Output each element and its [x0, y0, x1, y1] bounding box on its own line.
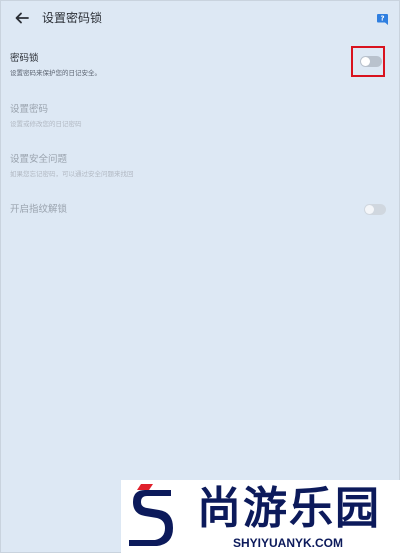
setting-title: 密码锁 — [10, 53, 39, 64]
watermark-logo-icon — [129, 484, 173, 546]
setting-password-lock[interactable]: 密码锁 设置密码来保护您的日记安全。 — [10, 52, 390, 78]
arrow-left-icon[interactable] — [14, 10, 30, 26]
screen-frame — [0, 0, 400, 553]
fingerprint-unlock-toggle[interactable] — [364, 204, 386, 215]
toggle-knob — [365, 205, 374, 214]
setting-set-password[interactable]: 设置密码 设置或修改您的日记密码 — [10, 103, 390, 129]
watermark-domain: SHYIYUANYK.COM — [233, 536, 344, 550]
highlight-box — [351, 46, 385, 77]
setting-title: 设置安全问题 — [10, 154, 68, 165]
setting-title: 开启指纹解锁 — [10, 204, 68, 215]
setting-description: 设置或修改您的日记密码 — [10, 120, 82, 128]
app-header: 设置密码锁 ? — [0, 0, 400, 38]
svg-text:?: ? — [380, 15, 384, 23]
setting-description: 设置密码来保护您的日记安全。 — [10, 69, 101, 77]
setting-description: 如果您忘记密码，可以通过安全问题来找回 — [10, 170, 134, 178]
watermark: 尚游乐园 SHYIYUANYK.COM — [121, 480, 400, 553]
setting-title: 设置密码 — [10, 104, 49, 115]
setting-security-question[interactable]: 设置安全问题 如果您忘记密码，可以通过安全问题来找回 — [10, 153, 390, 179]
watermark-text: 尚游乐园 — [197, 483, 381, 534]
setting-fingerprint-unlock[interactable]: 开启指纹解锁 — [10, 203, 390, 216]
page-title: 设置密码锁 — [42, 11, 103, 25]
help-icon[interactable]: ? — [376, 13, 389, 26]
